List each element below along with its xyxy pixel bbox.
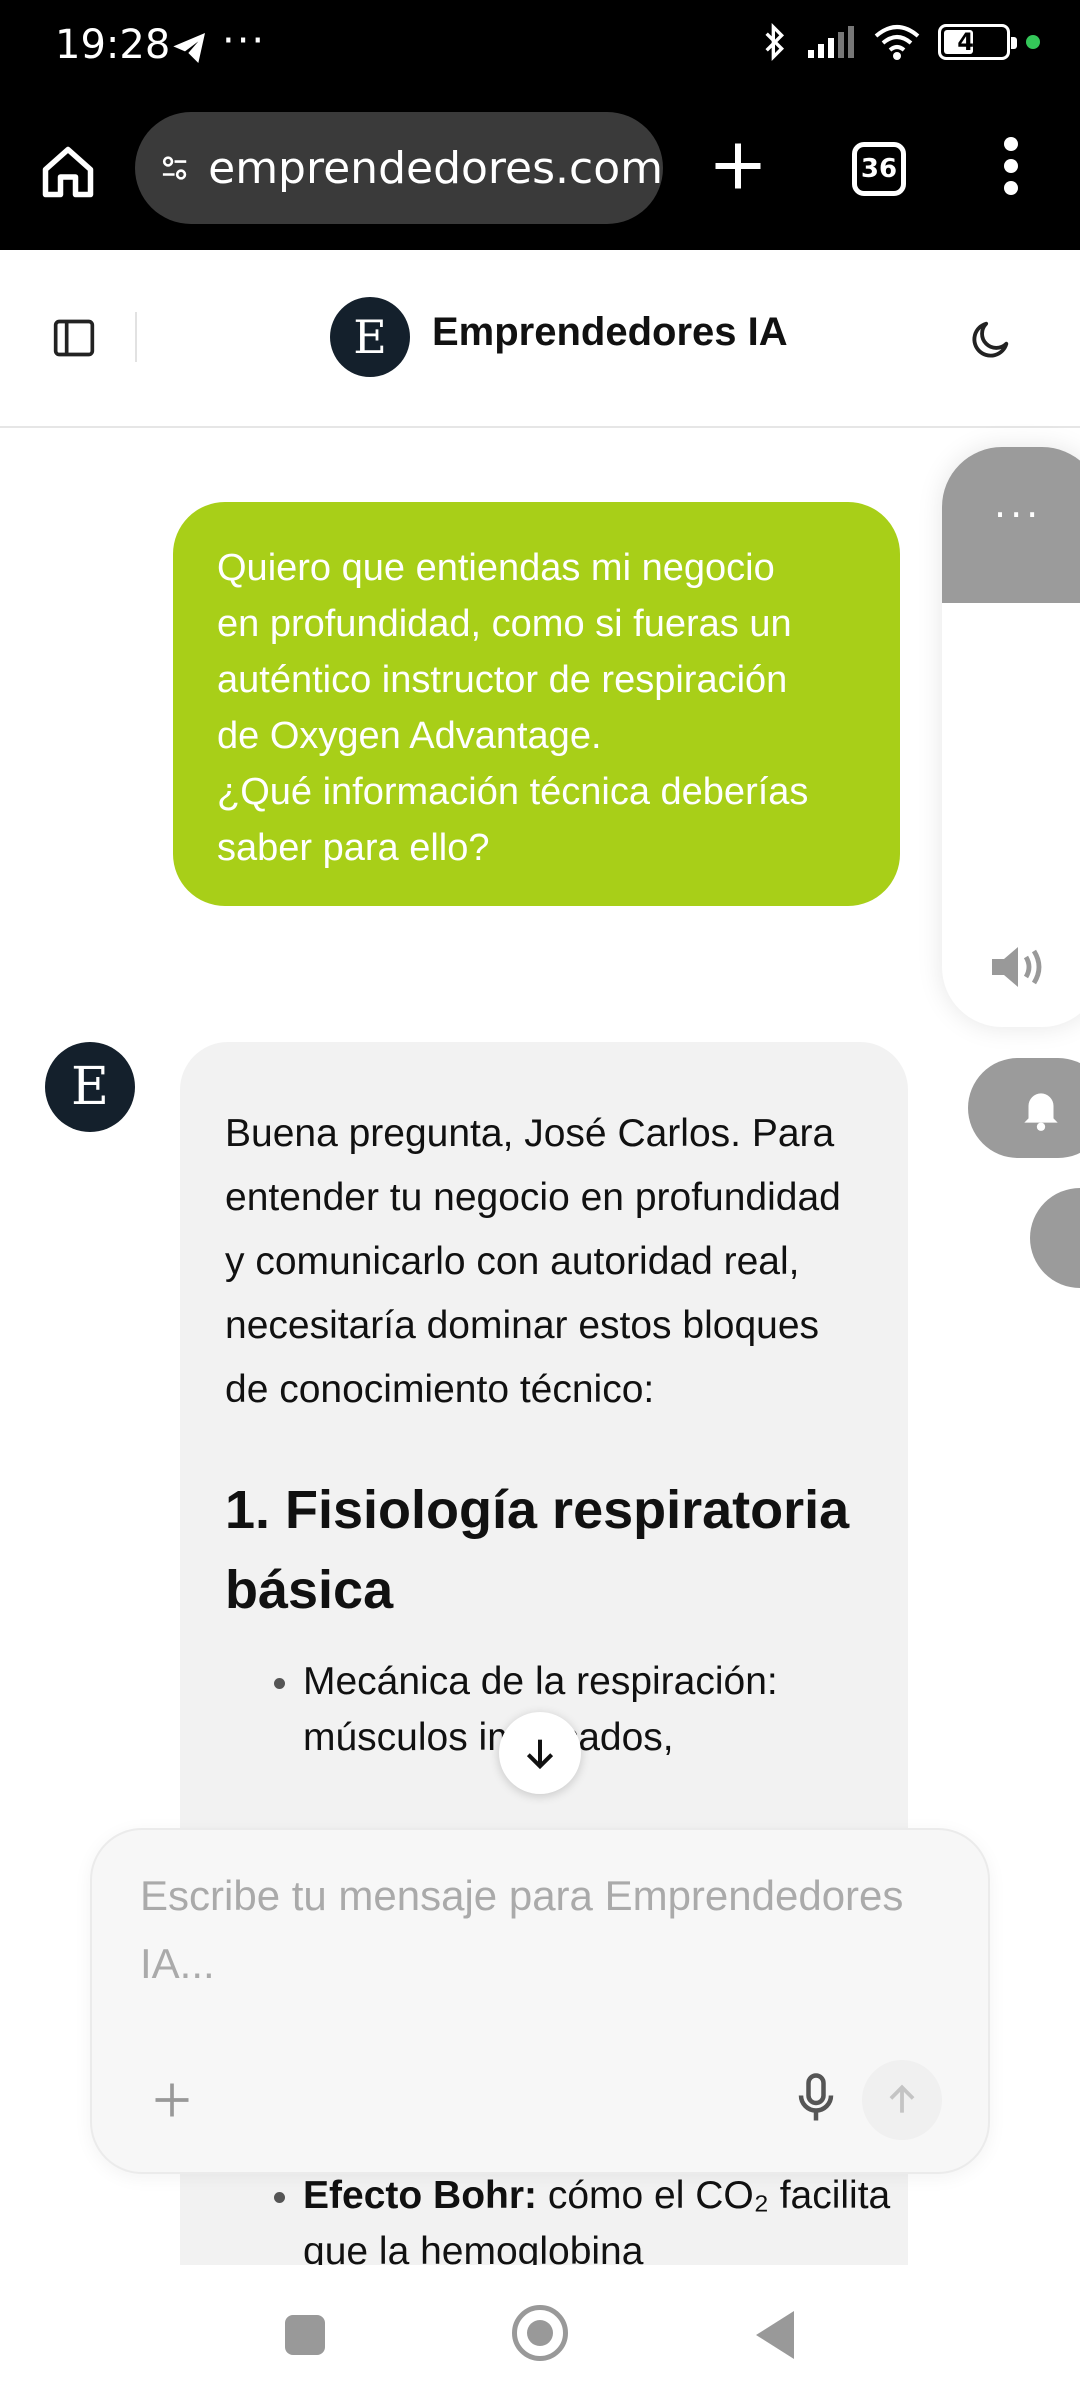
address-bar[interactable]: emprendedores.com xyxy=(135,112,663,224)
browser-toolbar: emprendedores.com 36 xyxy=(0,100,1080,250)
url-text[interactable]: emprendedores.com xyxy=(208,143,663,194)
notification-button[interactable] xyxy=(968,1058,1080,1158)
page-title: Emprendedores IA xyxy=(432,310,788,354)
assistant-intro: Buena pregunta, José Carlos. Para entend… xyxy=(225,1112,841,1411)
moon-icon[interactable] xyxy=(968,316,1014,362)
home-button[interactable] xyxy=(512,2305,568,2361)
user-message-line: en profundidad, como si fueras un xyxy=(217,603,792,645)
header-divider xyxy=(135,312,137,362)
arrow-up-icon xyxy=(889,2084,915,2113)
list-item: Mecánica de la respiración: músculos imp… xyxy=(303,1654,864,1766)
speaker-icon[interactable] xyxy=(984,935,1048,999)
back-button[interactable] xyxy=(756,2311,794,2359)
signal-icon xyxy=(808,26,854,58)
microphone-icon[interactable] xyxy=(786,2068,846,2128)
floating-side-panel[interactable]: ··· xyxy=(942,447,1080,1027)
floating-round-button[interactable] xyxy=(1030,1188,1080,1288)
bluetooth-icon xyxy=(765,22,785,62)
side-panel-handle[interactable]: ··· xyxy=(942,447,1080,603)
battery-level: 49 xyxy=(957,28,991,56)
privacy-dot xyxy=(1026,35,1040,49)
bullet-list-bottom: Efecto Bohr: cómo el CO₂ facilita que la… xyxy=(180,2168,908,2280)
app-header: E Emprendedores IA xyxy=(0,250,1080,428)
arrow-down-icon xyxy=(526,1739,554,1770)
message-input[interactable] xyxy=(138,1860,938,2010)
home-icon[interactable] xyxy=(38,142,98,202)
sidebar-toggle-icon[interactable] xyxy=(52,316,96,360)
site-settings-icon[interactable] xyxy=(159,144,190,192)
assistant-avatar: E xyxy=(45,1042,135,1132)
scroll-down-button[interactable] xyxy=(499,1712,581,1794)
bullet-label: Efecto Bohr: xyxy=(303,2174,537,2217)
status-time: 19:28 xyxy=(55,22,171,68)
system-nav-bar xyxy=(0,2265,1080,2400)
bell-icon xyxy=(1024,1093,1058,1131)
user-message-line: ¿Qué información técnica deberías xyxy=(217,771,809,813)
section-heading: 1. Fisiología respiratoria básica xyxy=(225,1480,850,1620)
wifi-icon xyxy=(874,25,920,60)
user-message-line: Quiero que entiendas mi negocio xyxy=(217,547,775,589)
tab-switcher-button[interactable]: 36 xyxy=(852,142,906,196)
plus-icon[interactable] xyxy=(150,2078,194,2122)
status-bar: 19:28 ··· 49 xyxy=(0,0,1080,100)
new-tab-icon[interactable] xyxy=(708,136,768,196)
home-button-dot xyxy=(527,2320,553,2346)
browser-menu-icon[interactable] xyxy=(996,136,1026,196)
user-message-line: auténtico instructor de respiración xyxy=(217,659,788,701)
message-composer xyxy=(90,1828,990,2174)
send-button[interactable] xyxy=(862,2060,942,2140)
status-more-icon: ··· xyxy=(222,18,267,64)
telegram-icon xyxy=(173,33,205,63)
recents-button[interactable] xyxy=(285,2315,325,2355)
battery-indicator: 49 xyxy=(938,24,1017,60)
more-icon[interactable]: ··· xyxy=(994,493,1042,537)
user-message-bubble: Quiero que entiendas mi negocio en profu… xyxy=(173,502,900,906)
brand-logo: E xyxy=(330,297,410,377)
status-icons: 49 xyxy=(760,22,1040,62)
user-message-line: saber para ello? xyxy=(217,827,490,869)
battery-nub xyxy=(1011,37,1017,49)
user-message-line: de Oxygen Advantage. xyxy=(217,715,602,757)
list-item: Efecto Bohr: cómo el CO₂ facilita que la… xyxy=(303,2168,908,2280)
